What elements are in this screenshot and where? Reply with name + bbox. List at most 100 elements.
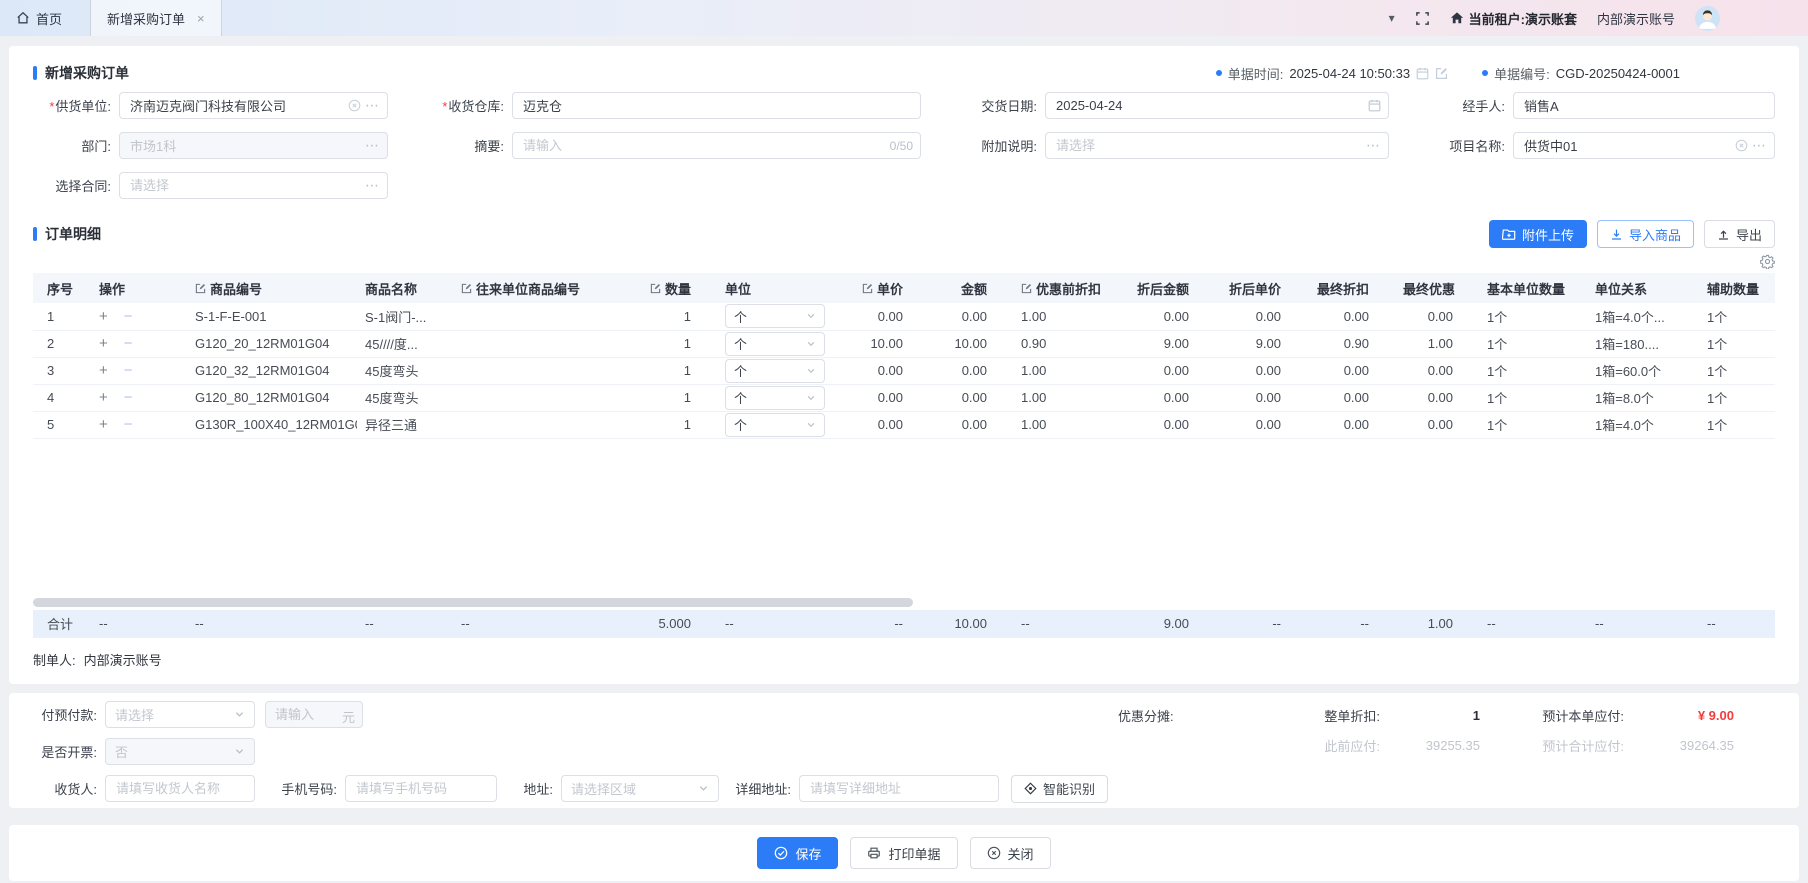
detail-header: 订单明细 附件上传 导入商品 导出 — [33, 219, 1775, 249]
address-detail-input[interactable] — [799, 775, 999, 802]
department-input[interactable] — [119, 132, 388, 159]
unit-select[interactable]: 个 — [725, 413, 825, 437]
add-row-icon[interactable]: + — [99, 389, 108, 406]
cell-pre-discount[interactable]: 1.00 — [1013, 303, 1115, 330]
cell-pre-discount[interactable]: 1.00 — [1013, 357, 1115, 384]
account-name[interactable]: 内部演示账号 — [1597, 9, 1675, 28]
cell-unit: 个 — [717, 357, 833, 384]
more-icon[interactable]: ⋯ — [1366, 137, 1381, 154]
remove-row-icon[interactable]: − — [124, 362, 133, 379]
clear-icon[interactable] — [1735, 139, 1748, 152]
cell-discounted-price: 0.00 — [1215, 303, 1307, 330]
table-row: 1 +− S-1-F-E-001 S-1阀门-... 1 个 0.00 0.00… — [33, 303, 1775, 330]
field-department: 部门: ⋯ — [33, 132, 388, 159]
horizontal-scrollbar[interactable] — [33, 598, 913, 607]
remove-row-icon[interactable]: − — [124, 416, 133, 433]
title-accent-bar — [33, 227, 37, 241]
more-icon[interactable]: ⋯ — [365, 97, 380, 114]
total-discounted-amount: 9.00 — [1115, 610, 1215, 637]
table-toolbar — [33, 249, 1775, 273]
receiver-input[interactable] — [105, 775, 255, 802]
cell-unit-relation: 1箱=4.0个... — [1587, 303, 1699, 330]
cell-aux-qty: 1个 — [1699, 411, 1775, 438]
add-row-icon[interactable]: + — [99, 416, 108, 433]
invoice-select[interactable]: 否 — [105, 738, 255, 765]
order-form: *供货单位: ⋯ *收货仓库: 交货日期: 经手人: — [33, 92, 1775, 199]
summary-input[interactable] — [512, 132, 921, 159]
export-button[interactable]: 导出 — [1704, 220, 1775, 248]
col-price: 单价 — [833, 273, 929, 303]
cell-price[interactable]: 10.00 — [833, 330, 929, 357]
col-pre-discount: 优惠前折扣 — [1013, 273, 1115, 303]
edit-column-icon — [650, 283, 661, 294]
add-row-icon[interactable]: + — [99, 335, 108, 352]
doc-header: 新增采购订单 单据时间: 2025-04-24 10:50:33 单据编号: C… — [33, 58, 1775, 88]
summary-panel: 优惠分摊: 整单折扣: 1 预计本单应付: ¥ 9.00 此前应付: 39255… — [1118, 703, 1734, 757]
close-button[interactable]: 关闭 — [970, 837, 1051, 869]
nav-home[interactable]: 首页 — [16, 9, 62, 28]
home-outline-icon — [16, 11, 30, 25]
fullscreen-icon[interactable] — [1415, 11, 1430, 26]
clear-icon[interactable] — [348, 99, 361, 112]
chevron-down-icon[interactable]: ▾ — [1389, 11, 1395, 25]
cell-price[interactable]: 0.00 — [833, 357, 929, 384]
extra-note-input[interactable] — [1045, 132, 1389, 159]
cell-price[interactable]: 0.00 — [833, 384, 929, 411]
smart-recognition-button[interactable]: 智能识别 — [1011, 775, 1108, 803]
phone-input[interactable] — [345, 775, 497, 802]
prepay-select[interactable]: 请选择 — [105, 701, 255, 728]
handler-input[interactable] — [1513, 92, 1775, 119]
cell-operation: +− — [91, 303, 187, 330]
field-extra-note: 附加说明: ⋯ — [959, 132, 1389, 159]
unit-select[interactable]: 个 — [725, 386, 825, 410]
delivery-date-input[interactable] — [1045, 92, 1389, 119]
edit-icon[interactable] — [1435, 67, 1448, 80]
cell-pre-discount[interactable]: 1.00 — [1013, 384, 1115, 411]
tab-new-purchase-order[interactable]: 新增采购订单 × — [90, 0, 222, 36]
totals-row: 合计 -- -- -- -- 5.000 -- -- 10.00 -- 9.00… — [33, 610, 1775, 637]
gear-icon[interactable] — [1760, 254, 1775, 269]
cell-price[interactable]: 0.00 — [833, 303, 929, 330]
calendar-icon[interactable] — [1368, 99, 1381, 112]
remove-row-icon[interactable]: − — [124, 308, 133, 325]
cell-discounted-price: 0.00 — [1215, 384, 1307, 411]
cell-base-qty: 1个 — [1479, 303, 1587, 330]
cell-operation: +− — [91, 384, 187, 411]
contract-input[interactable] — [119, 172, 388, 199]
cell-product-code: G120_20_12RM01G04 — [187, 330, 357, 357]
topbar: 首页 新增采购订单 × ▾ 当前租户:演示账套 内部演示账号 — [0, 0, 1808, 36]
home-filled-icon — [1450, 11, 1464, 25]
more-icon[interactable]: ⋯ — [365, 177, 380, 194]
cell-qty[interactable]: 1 — [625, 357, 717, 384]
cell-pre-discount[interactable]: 0.90 — [1013, 330, 1115, 357]
remove-row-icon[interactable]: − — [124, 335, 133, 352]
save-button[interactable]: 保存 — [757, 837, 838, 869]
add-row-icon[interactable]: + — [99, 308, 108, 325]
unit-select[interactable]: 个 — [725, 332, 825, 356]
cell-pre-discount[interactable]: 1.00 — [1013, 411, 1115, 438]
unit-select[interactable]: 个 — [725, 359, 825, 383]
add-row-icon[interactable]: + — [99, 362, 108, 379]
unit-select[interactable]: 个 — [725, 304, 825, 328]
creator-value: 内部演示账号 — [84, 650, 162, 669]
avatar[interactable] — [1695, 6, 1720, 31]
cell-qty[interactable]: 1 — [625, 303, 717, 330]
tab-close-icon[interactable]: × — [197, 11, 205, 26]
cell-base-qty: 1个 — [1479, 411, 1587, 438]
col-operation: 操作 — [91, 273, 187, 303]
more-icon[interactable]: ⋯ — [1752, 137, 1767, 154]
warehouse-input[interactable] — [512, 92, 921, 119]
attachment-upload-button[interactable]: 附件上传 — [1489, 220, 1587, 248]
col-unit-relation: 单位关系 — [1587, 273, 1699, 303]
region-select[interactable]: 请选择区域 — [561, 775, 719, 802]
calendar-icon[interactable] — [1416, 67, 1429, 80]
cell-qty[interactable]: 1 — [625, 384, 717, 411]
current-tenant[interactable]: 当前租户:演示账套 — [1450, 9, 1577, 28]
cell-qty[interactable]: 1 — [625, 411, 717, 438]
table-empty-area — [33, 438, 1775, 610]
print-button[interactable]: 打印单据 — [850, 837, 957, 869]
cell-qty[interactable]: 1 — [625, 330, 717, 357]
remove-row-icon[interactable]: − — [124, 389, 133, 406]
import-products-button[interactable]: 导入商品 — [1597, 220, 1694, 248]
cell-price[interactable]: 0.00 — [833, 411, 929, 438]
